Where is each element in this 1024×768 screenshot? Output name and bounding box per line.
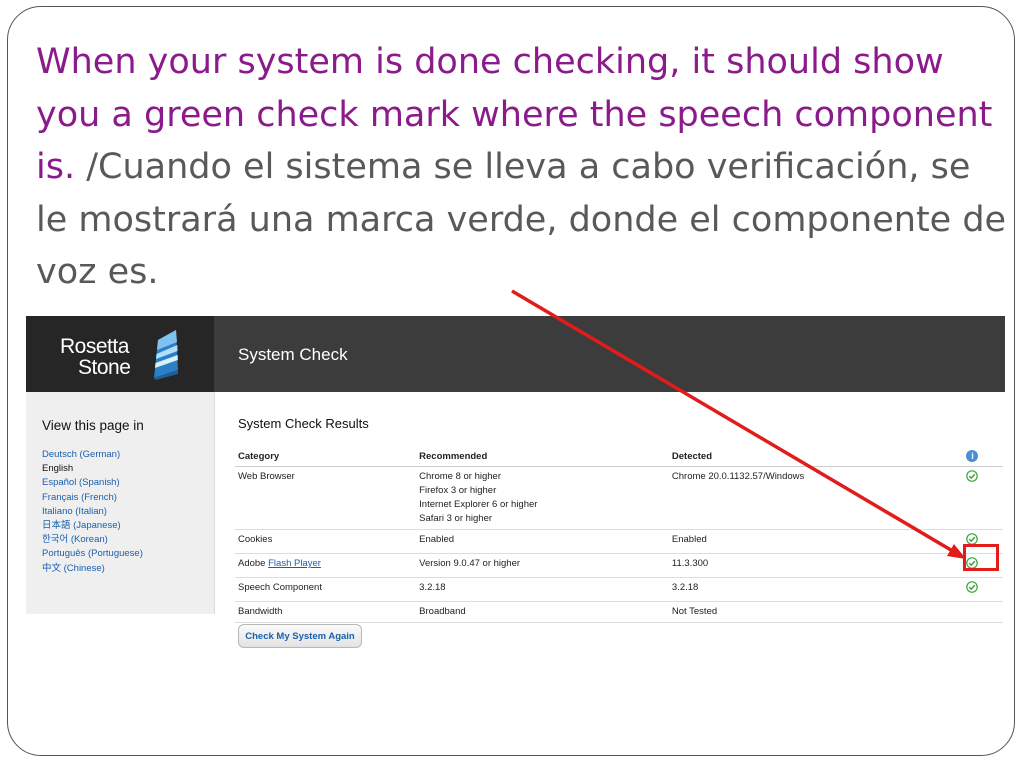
table-header-row: Category Recommended Detected i <box>235 446 1003 467</box>
cell-recommended-line: Safari 3 or higher <box>419 513 493 524</box>
cell-recommended-line: Internet Explorer 6 or higher <box>419 499 538 510</box>
cell-detected: Chrome 20.0.1132.57/Windows <box>668 466 942 530</box>
language-link-italian[interactable]: Italiano (Italian) <box>42 505 143 519</box>
logo-text-stone: Stone <box>78 356 131 379</box>
cell-detected: 3.2.18 <box>668 577 942 602</box>
table-row: Bandwidth Broadband Not Tested <box>235 601 1003 623</box>
cell-status <box>941 577 1003 602</box>
language-current-english: English <box>42 463 74 475</box>
cell-category: Speech Component <box>235 577 417 602</box>
table-row: Adobe Flash Player Version 9.0.47 or hig… <box>235 553 1003 578</box>
language-link-french[interactable]: Français (French) <box>42 491 143 505</box>
table-row: Web Browser Chrome 8 or higher Firefox 3… <box>235 466 1003 530</box>
green-check-icon <box>966 581 979 593</box>
language-link-spanish[interactable]: Español (Spanish) <box>42 476 143 490</box>
cell-detected: Enabled <box>668 529 942 554</box>
caption-spanish: /Cuando el sistema se lleva a cabo verif… <box>36 147 1007 292</box>
logo[interactable]: Rosetta Stone <box>26 316 214 392</box>
cell-recommended-line: Firefox 3 or higher <box>419 485 497 496</box>
page-title: System Check <box>238 345 348 364</box>
cell-detected: 11.3.300 <box>668 553 942 578</box>
cell-recommended: Enabled <box>416 529 669 554</box>
results-table: Category Recommended Detected i Web Brow… <box>235 446 1003 623</box>
rosetta-stone-logo-icon <box>154 330 178 380</box>
cell-recommended: 3.2.18 <box>416 577 669 602</box>
column-header-recommended: Recommended <box>416 446 669 467</box>
annotation-highlight-box <box>963 544 999 571</box>
cell-recommended: Version 9.0.47 or higher <box>416 553 669 578</box>
column-header-detected: Detected <box>668 446 942 467</box>
cell-status <box>941 466 1003 530</box>
cell-status <box>941 601 1003 623</box>
table-row: Cookies Enabled Enabled <box>235 529 1003 554</box>
flash-player-link[interactable]: Flash Player <box>268 558 321 569</box>
language-link-japanese[interactable]: 日本語 (Japanese) <box>42 519 143 533</box>
cell-category: Web Browser <box>235 466 417 530</box>
slide-caption: When your system is done checking, it sh… <box>36 36 1011 299</box>
language-sidebar: View this page in Deutsch (German) Engli… <box>26 392 215 614</box>
language-link-korean[interactable]: 한국어 (Korean) <box>42 533 143 547</box>
cell-detected: Not Tested <box>668 601 942 623</box>
table-row: Speech Component 3.2.18 3.2.18 <box>235 577 1003 602</box>
column-header-status: i <box>941 446 1003 467</box>
cell-category: Bandwidth <box>235 601 417 623</box>
cell-category: Adobe Flash Player <box>235 553 417 578</box>
cell-category-prefix: Adobe <box>238 558 269 569</box>
cell-recommended: Broadband <box>416 601 669 623</box>
language-link-portuguese[interactable]: Português (Portuguese) <box>42 547 143 561</box>
language-list: Deutsch (German) English Español (Spanis… <box>42 448 143 576</box>
check-system-again-button[interactable]: Check My System Again <box>238 624 362 648</box>
column-header-category: Category <box>235 446 417 467</box>
info-icon[interactable]: i <box>966 450 979 462</box>
language-link-chinese[interactable]: 中文 (Chinese) <box>42 562 143 576</box>
cell-recommended: Chrome 8 or higher Firefox 3 or higher I… <box>416 466 669 530</box>
green-check-icon <box>966 470 979 482</box>
language-link-german[interactable]: Deutsch (German) <box>42 448 143 462</box>
sidebar-heading: View this page in <box>42 418 144 433</box>
system-check-screenshot: Rosetta Stone System Check View this pag… <box>26 316 1005 656</box>
cell-category: Cookies <box>235 529 417 554</box>
header-bar: Rosetta Stone System Check <box>26 316 1005 392</box>
results-title: System Check Results <box>238 416 369 431</box>
cell-recommended-line: Chrome 8 or higher <box>419 471 502 482</box>
